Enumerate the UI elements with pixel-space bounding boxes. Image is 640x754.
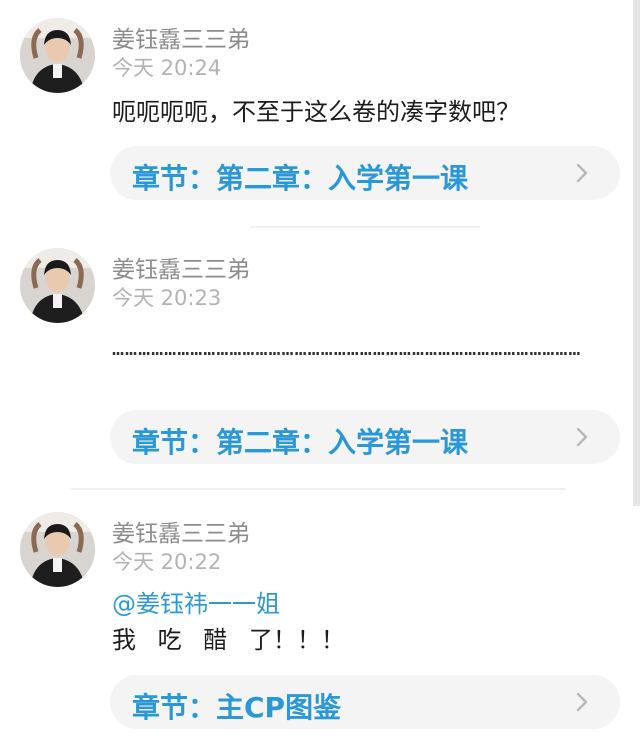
comment-item: 姜钰舙三三弟 今天 20:23 ………………………………………………………………… [0, 248, 640, 478]
comment-timestamp: 今天 20:24 [112, 56, 222, 80]
chapter-link-label: 章节：第二章：入学第一课 [132, 162, 469, 195]
chapter-link[interactable]: 章节：第二章：入学第一课 [110, 146, 620, 200]
comment-username[interactable]: 姜钰舙三三弟 [112, 20, 250, 54]
comment-timestamp: 今天 20:23 [112, 286, 222, 310]
chevron-right-icon [568, 688, 596, 716]
chapter-link[interactable]: 章节：第二章：入学第一课 [110, 410, 620, 464]
chapter-link[interactable]: 章节：主CP图鉴 [110, 675, 620, 729]
divider [70, 488, 565, 490]
comment-text: ……………………………………………………………………………………………… [112, 336, 582, 360]
comment-username[interactable]: 姜钰舙三三弟 [112, 250, 250, 284]
user-mention-link[interactable]: @姜钰祎一一姐 [112, 588, 618, 620]
chevron-right-icon [568, 159, 596, 187]
comment-text: 我 吃 醋 了！！！ [112, 626, 345, 654]
divider [250, 226, 480, 228]
comment-timestamp: 今天 20:22 [112, 550, 222, 574]
comment-item: 姜钰舙三三弟 今天 20:22 @姜钰祎一一姐 我 吃 醋 了！！！ 章节：主C… [0, 512, 640, 752]
chapter-link-label: 章节：主CP图鉴 [132, 691, 342, 724]
user-avatar[interactable] [20, 512, 95, 587]
chapter-link-label: 章节：第二章：入学第一课 [132, 426, 469, 459]
chevron-right-icon [568, 423, 596, 451]
user-avatar[interactable] [20, 248, 95, 323]
comment-text: 呃呃呃呃，不至于这么卷的凑字数吧？ [112, 98, 520, 126]
user-avatar[interactable] [20, 18, 95, 93]
comment-username[interactable]: 姜钰舙三三弟 [112, 514, 250, 548]
comment-item: 姜钰舙三三弟 今天 20:24 呃呃呃呃，不至于这么卷的凑字数吧？ 章节：第二章… [0, 18, 640, 208]
